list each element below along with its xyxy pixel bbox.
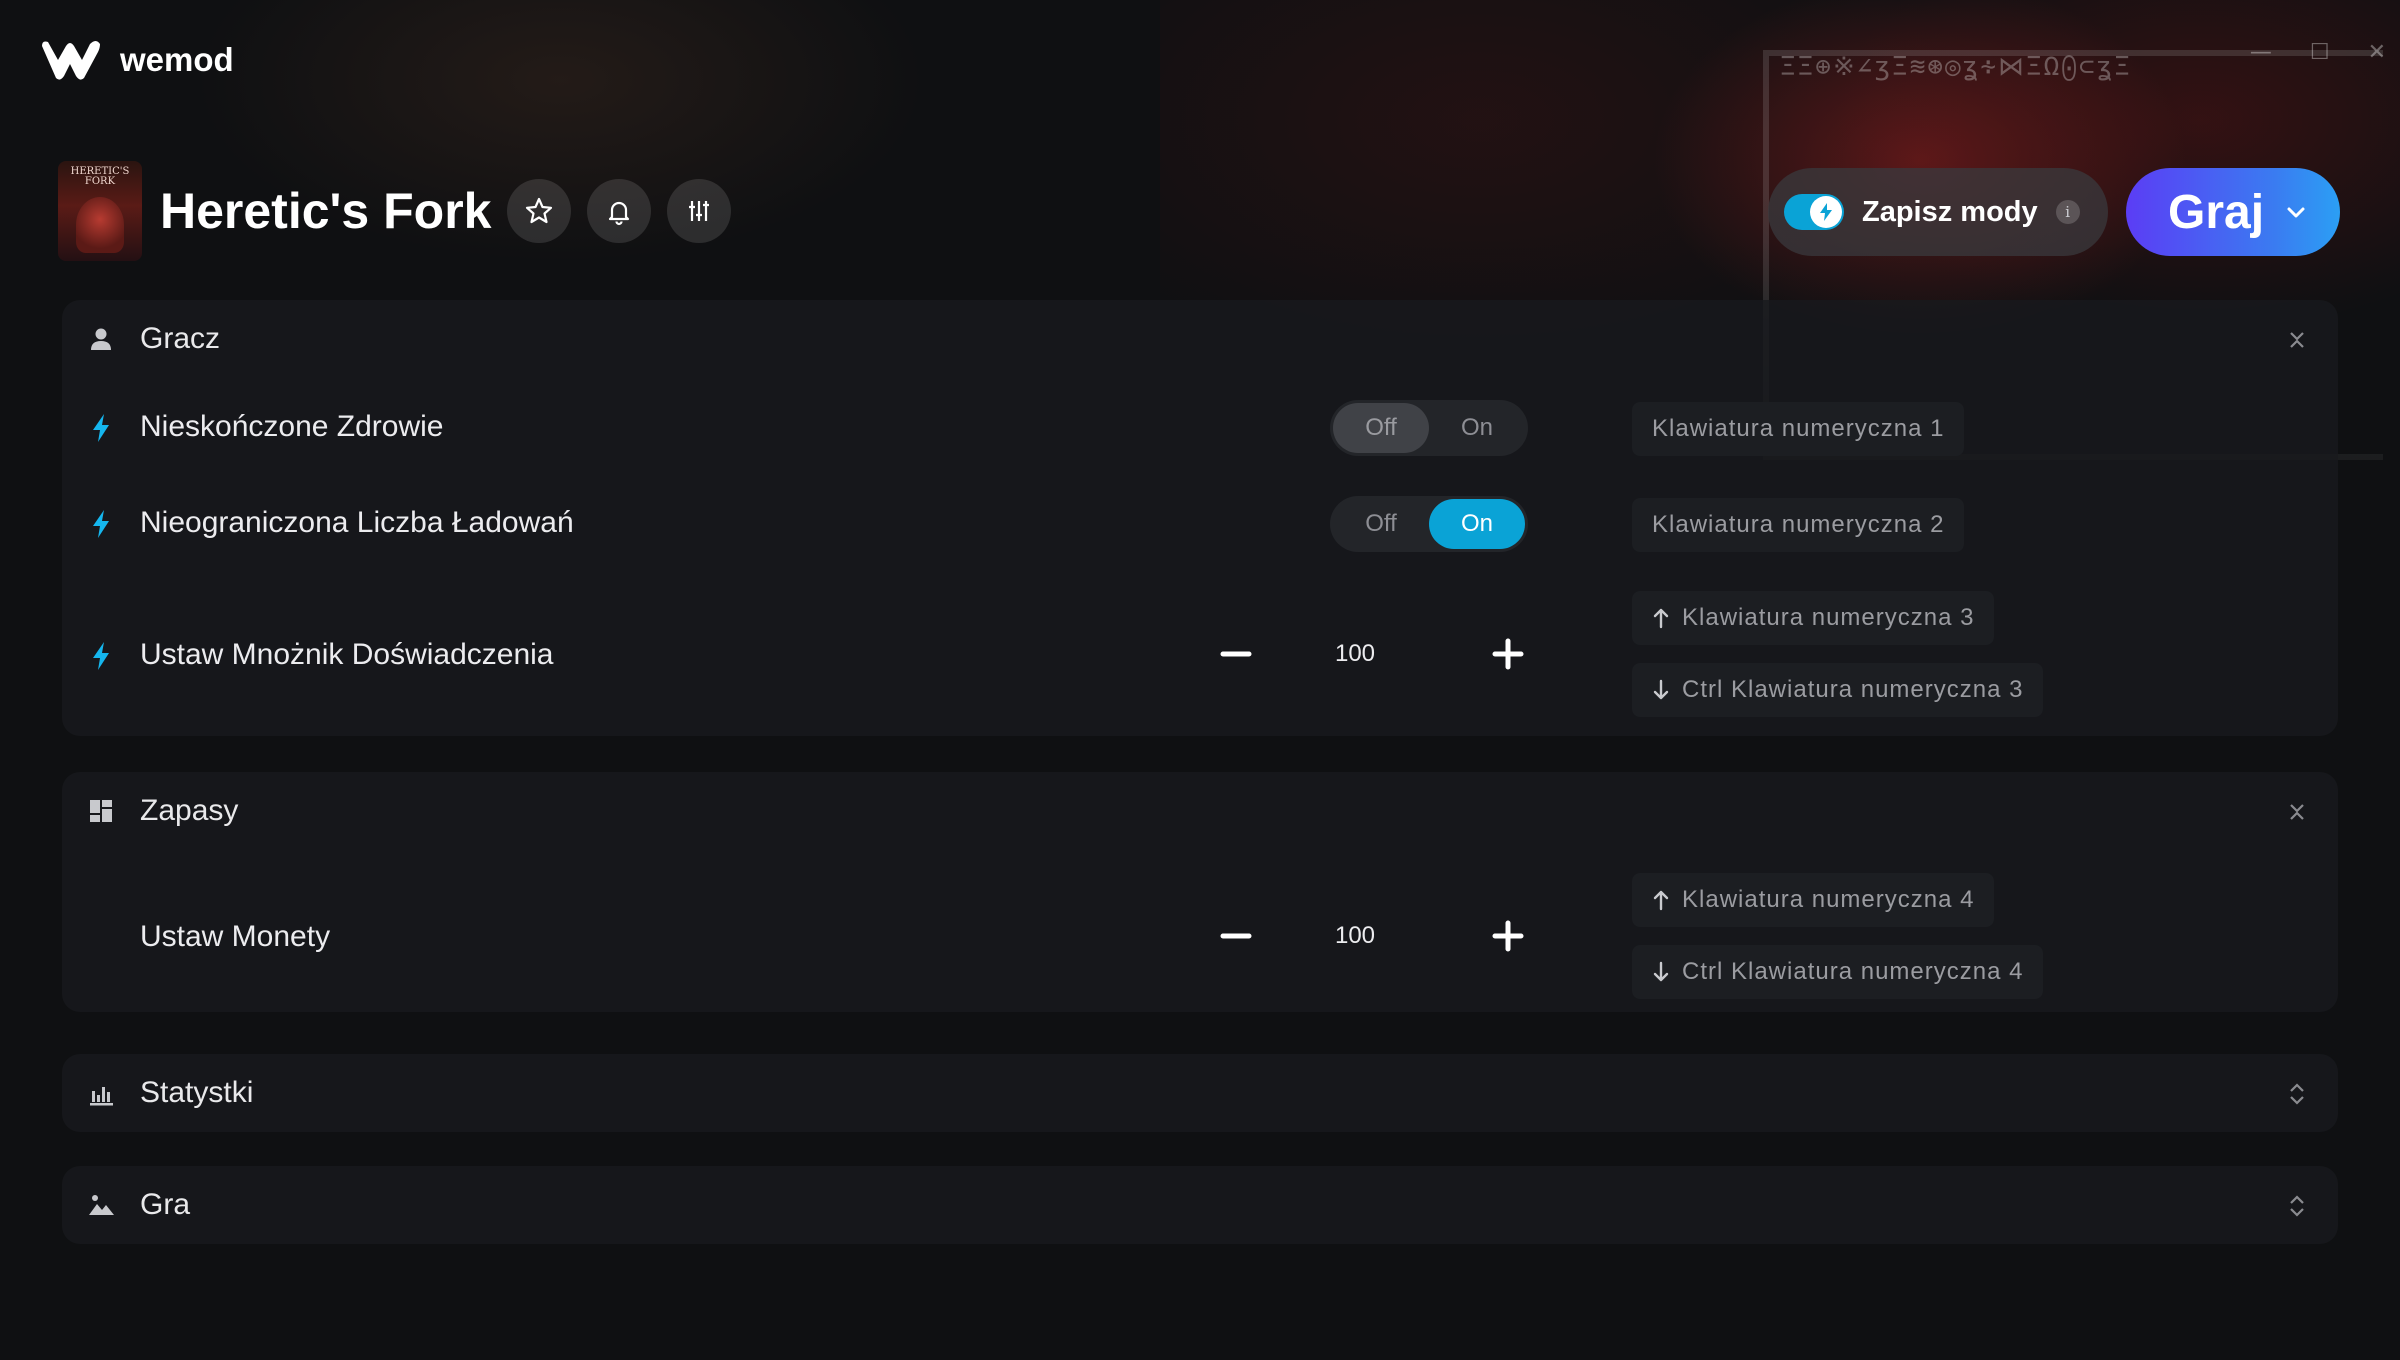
hotkey-label: Klawiatura numeryczna 1 (1652, 415, 1945, 442)
star-icon (526, 197, 553, 224)
section-game[interactable]: Gra (62, 1166, 2338, 1244)
wemod-logo-icon (42, 41, 100, 80)
decrease-button[interactable] (1210, 910, 1262, 962)
arrow-up-icon (1653, 890, 1669, 911)
toggle-on-option[interactable]: On (1429, 403, 1525, 453)
collapse-icon (2290, 804, 2304, 820)
dashboard-icon (90, 800, 112, 822)
section-supplies: Zapasy Ustaw Monety 100 Klawiatura numer… (62, 772, 2338, 1012)
minimize-icon[interactable]: — (2250, 40, 2272, 65)
toggle-off-option[interactable]: Off (1333, 499, 1429, 549)
mod-label: Nieskończone Zdrowie (140, 410, 444, 443)
maximize-icon[interactable]: ☐ (2310, 40, 2330, 65)
minus-icon (1220, 933, 1252, 939)
section-title: Gracz (140, 322, 221, 355)
chevron-down-icon[interactable] (2284, 200, 2308, 224)
expand-icon (2290, 1083, 2304, 1105)
mod-row: Ustaw Monety 100 Klawiatura numeryczna 4… (62, 870, 2338, 1010)
number-stepper: 100 (1210, 624, 1580, 684)
notifications-button[interactable] (587, 179, 652, 243)
play-label: Graj (2168, 185, 2265, 239)
hotkey-label: Klawiatura numeryczna 2 (1652, 511, 1945, 538)
game-title: Heretic's Fork (160, 183, 492, 239)
play-button[interactable]: Graj (2126, 168, 2340, 256)
toggle-off-option[interactable]: Off (1333, 403, 1429, 453)
arrow-down-icon (1653, 679, 1669, 700)
close-icon[interactable]: ✕ (2368, 40, 2386, 65)
decrease-button[interactable] (1210, 628, 1262, 680)
game-thumbnail: HERETIC'S FORK (58, 161, 142, 261)
section-header[interactable]: Gra (62, 1166, 2338, 1244)
bolt-icon (93, 642, 109, 670)
save-mods-label: Zapisz mody (1862, 195, 2038, 228)
bar-chart-icon (90, 1087, 113, 1106)
app-name: wemod (120, 41, 234, 78)
plus-icon (1492, 638, 1524, 670)
bolt-icon (93, 510, 109, 538)
section-header[interactable]: Statystki (62, 1054, 2338, 1132)
arrow-up-icon (1653, 608, 1669, 629)
section-header[interactable]: Gracz (62, 300, 2338, 378)
mod-row: Nieskończone Zdrowie Off On Klawiatura n… (62, 388, 2338, 468)
hotkey-label: Klawiatura numeryczna 3 (1682, 604, 1975, 631)
save-mods-toggle[interactable] (1784, 194, 1844, 230)
hotkey-badge[interactable]: Klawiatura numeryczna 1 (1632, 402, 1965, 456)
plus-icon (1492, 920, 1524, 952)
increase-button[interactable] (1482, 628, 1534, 680)
mod-label: Ustaw Monety (140, 920, 331, 953)
bell-icon (609, 201, 630, 226)
sliders-icon (689, 201, 710, 221)
increase-button[interactable] (1482, 910, 1534, 962)
section-stats[interactable]: Statystki (62, 1054, 2338, 1132)
section-player: Gracz Nieskończone Zdrowie Off On Klawia… (62, 300, 2338, 736)
bolt-icon (1820, 203, 1832, 221)
mod-row: Ustaw Mnożnik Doświadczenia 100 Klawiatu… (62, 588, 2338, 728)
toggle-on-option[interactable]: On (1429, 499, 1525, 549)
minus-icon (1220, 651, 1252, 657)
hotkey-badge[interactable]: Klawiatura numeryczna 4 (1632, 873, 1995, 927)
game-settings-button[interactable] (667, 179, 732, 243)
landscape-icon (89, 1195, 114, 1215)
mod-label: Nieograniczona Liczba Ładowań (140, 506, 574, 539)
stepper-value[interactable]: 100 (1300, 922, 1410, 950)
section-title: Zapasy (140, 794, 239, 827)
mod-label: Ustaw Mnożnik Doświadczenia (140, 638, 554, 671)
app-logo[interactable]: wemod (40, 38, 234, 82)
mod-toggle[interactable]: Off On (1330, 496, 1528, 552)
hotkey-label: Ctrl Klawiatura numeryczna 3 (1682, 676, 2024, 703)
section-title: Gra (140, 1188, 191, 1221)
collapse-icon (2290, 332, 2304, 348)
hotkey-badge[interactable]: Ctrl Klawiatura numeryczna 4 (1632, 945, 2044, 999)
person-icon (91, 328, 111, 350)
stepper-value[interactable]: 100 (1300, 640, 1410, 668)
mod-toggle[interactable]: Off On (1330, 400, 1528, 456)
hotkey-badge[interactable]: Klawiatura numeryczna 2 (1632, 498, 1965, 552)
info-icon[interactable]: i (2055, 200, 2080, 224)
section-header[interactable]: Zapasy (62, 772, 2338, 850)
bolt-icon (93, 414, 109, 442)
game-header: HERETIC'S FORK Heretic's Fork (58, 160, 732, 262)
favorite-button[interactable] (507, 179, 572, 243)
arrow-down-icon (1653, 961, 1669, 982)
number-stepper: 100 (1210, 906, 1580, 966)
hotkey-badge[interactable]: Ctrl Klawiatura numeryczna 3 (1632, 663, 2044, 717)
thumbnail-title: HERETIC'S FORK (70, 166, 130, 187)
hotkey-label: Ctrl Klawiatura numeryczna 4 (1682, 958, 2024, 985)
save-mods-control[interactable]: Zapisz mody i (1768, 168, 2108, 256)
hotkey-label: Klawiatura numeryczna 4 (1682, 886, 1975, 913)
section-title: Statystki (140, 1076, 254, 1109)
window-controls: — ☐ ✕ (2250, 40, 2386, 65)
expand-icon (2290, 1195, 2304, 1217)
hotkey-badge[interactable]: Klawiatura numeryczna 3 (1632, 591, 1995, 645)
mod-row: Nieograniczona Liczba Ładowań Off On Kla… (62, 484, 2338, 564)
